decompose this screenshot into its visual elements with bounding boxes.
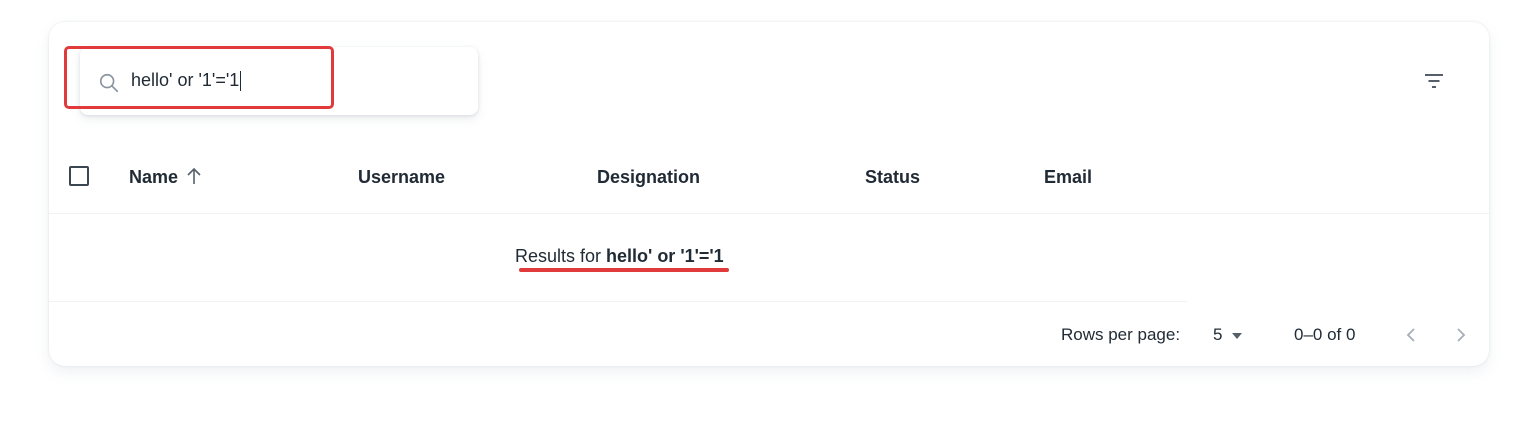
annotation-highlight-box	[64, 46, 334, 109]
results-prefix: Results for	[515, 246, 607, 266]
column-header-status[interactable]: Status	[865, 167, 920, 188]
chevron-right-icon	[1457, 328, 1466, 342]
pagination-range: 0–0 of 0	[1294, 325, 1356, 344]
results-query: hello' or '1'='1	[606, 246, 724, 266]
column-header-username[interactable]: Username	[358, 167, 445, 188]
arrow-up-icon[interactable]	[186, 167, 202, 185]
caret-down-icon	[1232, 332, 1243, 339]
previous-page-button[interactable]	[1398, 322, 1424, 348]
select-all-checkbox[interactable]	[69, 166, 89, 186]
rows-per-page-select[interactable]: 5	[1213, 325, 1243, 345]
column-header-designation[interactable]: Designation	[597, 167, 700, 188]
no-results-message: Results for hello' or '1'='1	[515, 246, 724, 267]
annotation-underline	[519, 268, 729, 272]
rows-per-page-label: Rows per page:	[1061, 325, 1181, 344]
filter-list-icon	[1425, 74, 1443, 88]
column-header-name[interactable]: Name	[129, 167, 178, 188]
filter-button[interactable]	[1414, 61, 1454, 101]
table-header-row	[49, 140, 1489, 214]
column-header-email[interactable]: Email	[1044, 167, 1092, 188]
rows-per-page-value: 5	[1213, 325, 1223, 344]
chevron-left-icon	[1406, 328, 1415, 342]
next-page-button[interactable]	[1448, 322, 1474, 348]
